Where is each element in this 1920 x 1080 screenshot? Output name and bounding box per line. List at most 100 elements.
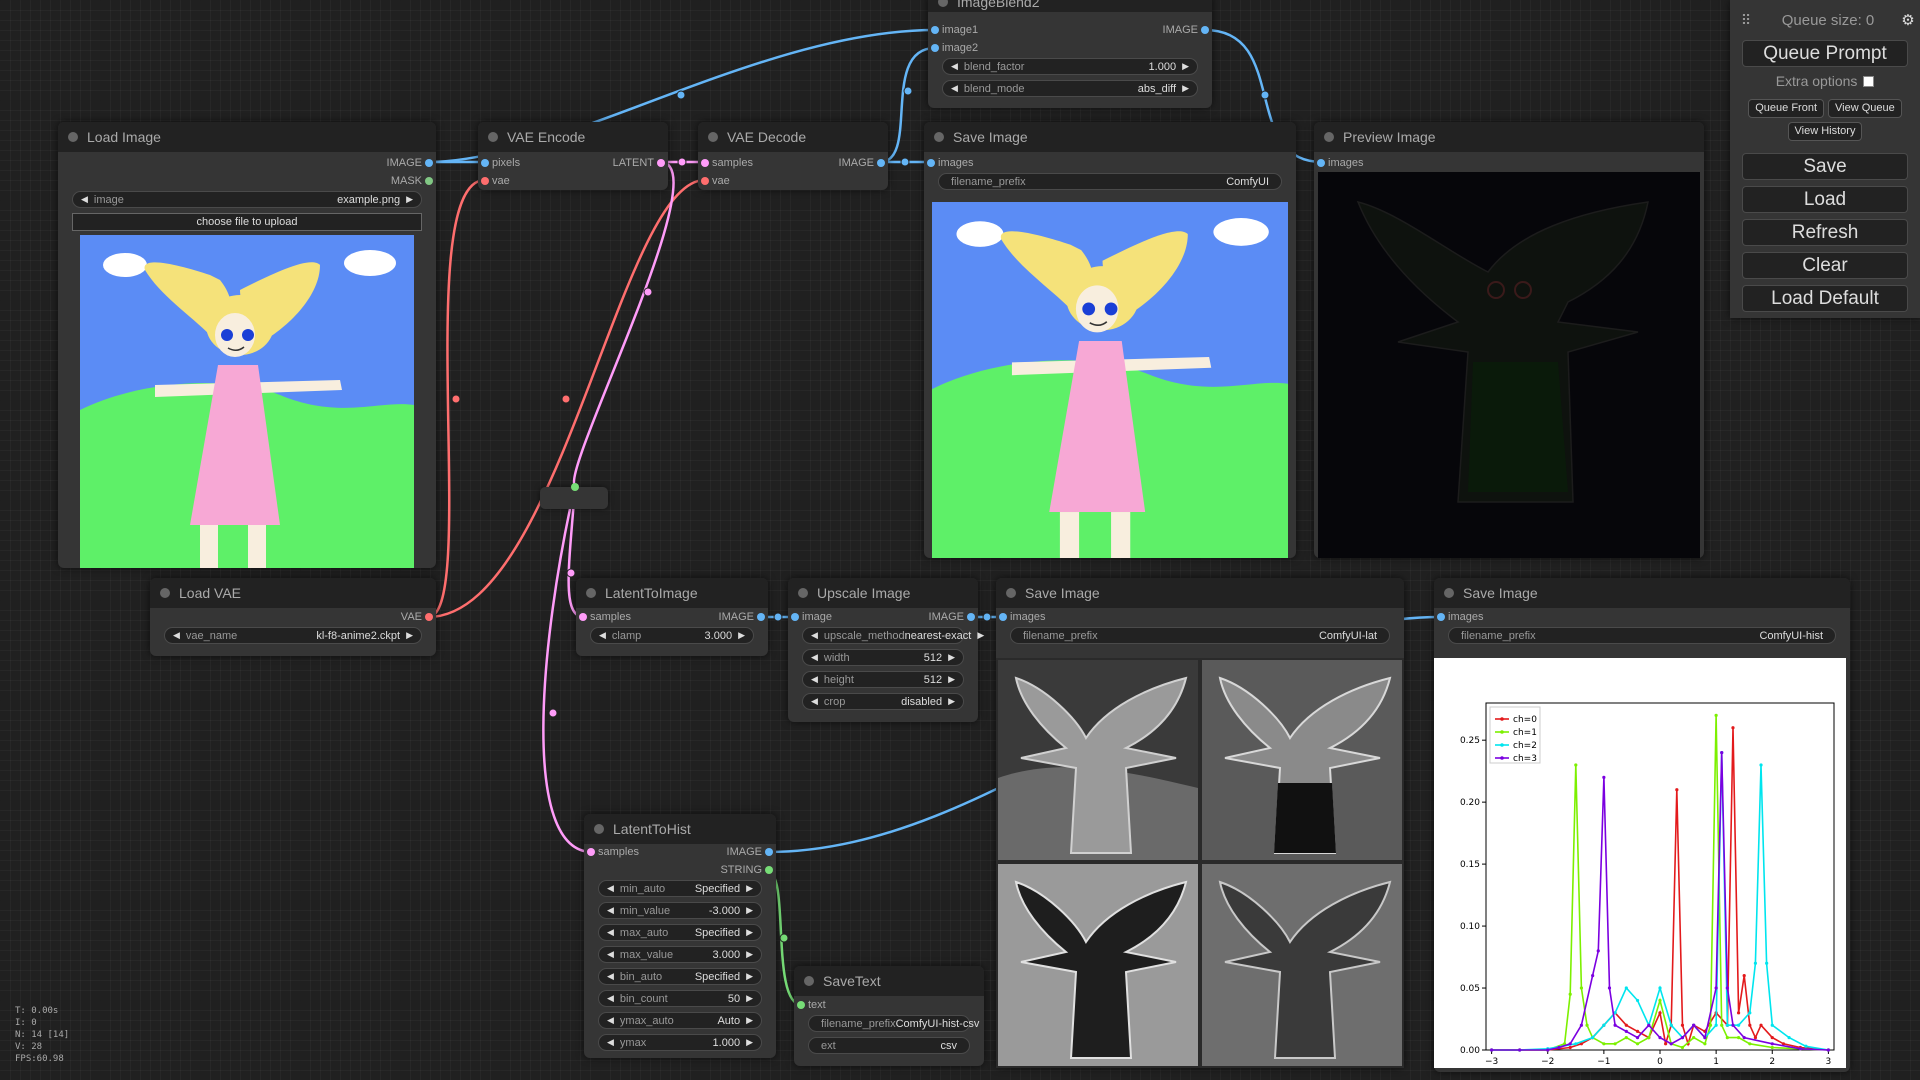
collapse-dot[interactable] <box>1006 588 1016 598</box>
upscale-method-combo[interactable]: ◀ upscale_method nearest-exact ▶ <box>802 627 984 644</box>
max-value-slider[interactable]: ◀ max_value 3.000 ▶ <box>598 946 762 963</box>
right-arrow-icon[interactable]: ▶ <box>406 194 413 205</box>
right-arrow-icon[interactable]: ▶ <box>746 1037 753 1048</box>
vae-name-combo[interactable]: ◀ vae_name kl-f8-anime2.ckpt ▶ <box>164 627 422 644</box>
collapse-dot[interactable] <box>798 588 808 598</box>
filename-prefix-field[interactable]: filename_prefix ComfyUI <box>938 173 1282 190</box>
right-arrow-icon[interactable]: ▶ <box>738 630 745 641</box>
slot-dot[interactable] <box>765 866 773 874</box>
output-image[interactable]: IMAGE <box>316 154 436 172</box>
node-save-text[interactable]: SaveText text filename_prefix ComfyUI-his… <box>794 966 984 1066</box>
filename-prefix-field[interactable]: filename_prefix ComfyUI-hist-csv <box>808 1015 979 1032</box>
node-title[interactable]: Load VAE <box>150 578 436 608</box>
collapse-dot[interactable] <box>1324 132 1334 142</box>
node-title[interactable]: Save Image <box>996 578 1404 608</box>
output-image[interactable]: IMAGE <box>686 843 776 861</box>
slot-dot[interactable] <box>797 1001 805 1009</box>
extra-options-checkbox[interactable] <box>1863 76 1875 87</box>
right-arrow-icon[interactable]: ▶ <box>406 630 413 641</box>
right-arrow-icon[interactable]: ▶ <box>746 927 753 938</box>
left-arrow-icon[interactable]: ◀ <box>951 61 958 72</box>
left-arrow-icon[interactable]: ◀ <box>607 905 614 916</box>
blend-factor-slider[interactable]: ◀ blend_factor 1.000 ▶ <box>942 58 1198 75</box>
input-images[interactable]: images <box>924 154 1024 172</box>
ext-field[interactable]: ext csv <box>808 1037 970 1054</box>
ymax-auto-combo[interactable]: ◀ ymax_auto Auto ▶ <box>598 1012 762 1029</box>
input-vae[interactable]: vae <box>478 172 568 190</box>
height-slider[interactable]: ◀ height 512 ▶ <box>802 671 964 688</box>
view-history-button[interactable]: View History <box>1787 122 1863 141</box>
node-title[interactable]: LatentToHist <box>584 814 776 844</box>
queue-front-button[interactable]: Queue Front <box>1748 99 1825 118</box>
drag-handle-icon[interactable]: ⠿ <box>1730 12 1760 29</box>
node-title[interactable]: SaveText <box>794 966 984 996</box>
node-save-image-lat[interactable]: Save Image images filename_prefix ComfyUI… <box>996 578 1404 1068</box>
node-save-image-hist[interactable]: Save Image images filename_prefix ComfyUI… <box>1434 578 1850 1072</box>
node-title[interactable]: Preview Image <box>1314 122 1704 152</box>
view-queue-button[interactable]: View Queue <box>1828 99 1902 118</box>
left-arrow-icon[interactable]: ◀ <box>607 883 614 894</box>
node-vae-decode[interactable]: VAE Decode samples vae IMAGE <box>698 122 888 190</box>
left-arrow-icon[interactable]: ◀ <box>811 652 818 663</box>
slot-dot[interactable] <box>481 159 489 167</box>
collapse-dot[interactable] <box>488 132 498 142</box>
input-images[interactable]: images <box>1314 154 1414 172</box>
slot-dot[interactable] <box>765 848 773 856</box>
bin-count-slider[interactable]: ◀ bin_count 50 ▶ <box>598 990 762 1007</box>
node-title[interactable]: LatentToImage <box>576 578 768 608</box>
output-string[interactable]: STRING <box>686 861 776 879</box>
slot-dot[interactable] <box>579 613 587 621</box>
filename-prefix-field[interactable]: filename_prefix ComfyUI-hist <box>1448 627 1836 644</box>
bin-auto-combo[interactable]: ◀ bin_auto Specified ▶ <box>598 968 762 985</box>
collapse-dot[interactable] <box>594 824 604 834</box>
node-vae-encode[interactable]: VAE Encode pixels vae LATENT <box>478 122 668 190</box>
input-image[interactable]: image <box>788 608 878 626</box>
max-auto-combo[interactable]: ◀ max_auto Specified ▶ <box>598 924 762 941</box>
slot-dot[interactable] <box>999 613 1007 621</box>
slot-dot[interactable] <box>657 159 665 167</box>
left-arrow-icon[interactable]: ◀ <box>811 696 818 707</box>
input-samples[interactable]: samples <box>698 154 788 172</box>
left-arrow-icon[interactable]: ◀ <box>607 971 614 982</box>
node-title[interactable]: VAE Decode <box>698 122 888 152</box>
right-arrow-icon[interactable]: ▶ <box>977 630 984 641</box>
blend-mode-combo[interactable]: ◀ blend_mode abs_diff ▶ <box>942 80 1198 97</box>
slot-dot[interactable] <box>967 613 975 621</box>
slot-dot[interactable] <box>587 848 595 856</box>
load-button[interactable]: Load <box>1742 186 1908 213</box>
node-preview-image[interactable]: Preview Image images <box>1314 122 1704 558</box>
collapse-dot[interactable] <box>586 588 596 598</box>
node-load-image[interactable]: Load Image IMAGE MASK ◀ image example.png ▶… <box>58 122 436 568</box>
slot-dot[interactable] <box>1201 26 1209 34</box>
upload-button[interactable]: choose file to upload <box>72 213 422 231</box>
right-arrow-icon[interactable]: ▶ <box>1182 61 1189 72</box>
slot-dot[interactable] <box>425 159 433 167</box>
slot-dot[interactable] <box>425 613 433 621</box>
output-mask[interactable]: MASK <box>316 172 436 190</box>
width-slider[interactable]: ◀ width 512 ▶ <box>802 649 964 666</box>
slot-dot[interactable] <box>1437 613 1445 621</box>
node-title[interactable]: Save Image <box>924 122 1296 152</box>
input-images[interactable]: images <box>1434 608 1534 626</box>
left-arrow-icon[interactable]: ◀ <box>607 1037 614 1048</box>
slot-dot[interactable] <box>701 159 709 167</box>
right-arrow-icon[interactable]: ▶ <box>746 971 753 982</box>
queue-prompt-button[interactable]: Queue Prompt <box>1742 40 1908 67</box>
slot-dot[interactable] <box>1317 159 1325 167</box>
right-arrow-icon[interactable]: ▶ <box>746 883 753 894</box>
graph-canvas[interactable]: Load Image IMAGE MASK ◀ image example.png ▶… <box>0 0 1920 1080</box>
right-arrow-icon[interactable]: ▶ <box>746 905 753 916</box>
filename-prefix-field[interactable]: filename_prefix ComfyUI-lat <box>1010 627 1390 644</box>
collapse-dot[interactable] <box>938 0 948 7</box>
left-arrow-icon[interactable]: ◀ <box>607 949 614 960</box>
slot-dot[interactable] <box>927 159 935 167</box>
left-arrow-icon[interactable]: ◀ <box>607 993 614 1004</box>
input-text[interactable]: text <box>794 996 884 1014</box>
left-arrow-icon[interactable]: ◀ <box>81 194 88 205</box>
slot-dot[interactable] <box>931 26 939 34</box>
output-image[interactable]: IMAGE <box>1112 21 1212 39</box>
node-latent-to-image[interactable]: LatentToImage samples IMAGE ◀ clamp 3.000 ▶ <box>576 578 768 656</box>
left-arrow-icon[interactable]: ◀ <box>811 674 818 685</box>
input-image1[interactable]: image1 <box>928 21 1048 39</box>
load-default-button[interactable]: Load Default <box>1742 285 1908 312</box>
